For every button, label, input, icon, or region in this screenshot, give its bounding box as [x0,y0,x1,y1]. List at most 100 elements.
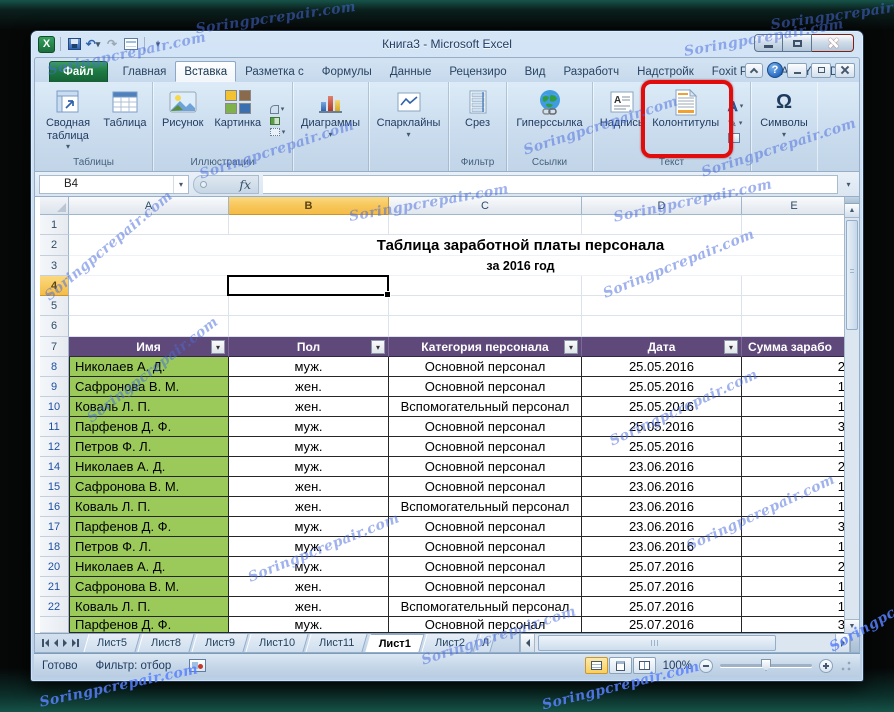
minimize-button[interactable] [754,34,783,52]
expand-formula-bar-button[interactable]: ▾ [842,175,855,194]
merged-cell[interactable]: за 2016 год [69,256,844,276]
cell-gender[interactable]: жен. [229,377,389,397]
zoom-level[interactable]: 100% [663,660,692,672]
collapse-ribbon-button[interactable] [745,62,763,78]
filter-dropdown-button[interactable]: ▾ [371,340,385,354]
tab-5[interactable]: Данные [381,61,441,82]
cell-gender[interactable]: жен. [229,497,389,517]
last-sheet-button[interactable] [72,639,79,647]
tab-3[interactable]: Разметка с [236,61,313,82]
name-box[interactable]: B4 ▾ [39,174,189,194]
cell-gender[interactable]: муж. [229,417,389,437]
cell[interactable] [742,215,844,235]
zoom-out-button[interactable] [699,658,713,673]
cell-date[interactable]: 25.07.2016 [582,597,742,617]
cell[interactable] [742,316,844,337]
cell-gender[interactable]: жен. [229,577,389,597]
cell-sum[interactable]: 1 [742,397,844,417]
split-handle[interactable] [845,197,859,204]
sheet-tab-Лист8[interactable]: Лист8 [137,634,195,652]
screenshot-button[interactable]: ▾ [269,127,285,136]
row-header[interactable]: 5 [40,296,69,316]
cell-gender[interactable]: муж. [229,357,389,377]
table-header-4[interactable]: Дата ▾ [582,337,742,357]
tab-4[interactable]: Формулы [313,61,381,82]
row-header[interactable]: 6 [40,316,69,337]
sparklines-button[interactable]: Спарклайны ▾ [371,84,446,156]
cell-gender[interactable]: муж. [229,437,389,457]
row-header[interactable]: 12 [40,437,69,457]
cell-date[interactable]: 25.07.2016 [582,617,742,633]
row-header[interactable]: 15 [40,477,69,497]
cell-name[interactable]: Парфенов Д. Ф. [69,617,229,633]
row-header[interactable]: 1 [40,215,69,235]
cell-gender[interactable]: муж. [229,457,389,477]
cell-sum[interactable]: 1 [742,377,844,397]
cell-date[interactable]: 23.06.2016 [582,537,742,557]
workbook-minimize-button[interactable] [787,62,807,78]
cell-name[interactable]: Сафронова В. М. [69,477,229,497]
row-header[interactable]: 7 [40,337,69,357]
cell-sum[interactable]: 1 [742,477,844,497]
cell-gender[interactable]: муж. [229,617,389,633]
next-sheet-button[interactable] [63,639,67,647]
cell-gender[interactable]: жен. [229,477,389,497]
tab-split-handle[interactable] [850,634,859,652]
row-header[interactable]: 18 [40,537,69,557]
sheet-tab-Лист1[interactable]: Лист1 [364,634,425,652]
redo-button[interactable]: ↷ [104,36,120,53]
cell[interactable] [69,296,229,316]
cell-sum[interactable]: 2 [742,557,844,577]
fx-icon[interactable]: fx [239,177,251,192]
cell-date[interactable]: 25.05.2016 [582,357,742,377]
clipart-button[interactable]: Картинка [210,84,266,156]
cell-category[interactable]: Основной персонал [389,417,582,437]
cell-sum[interactable]: 3 [742,517,844,537]
preview-button[interactable] [123,36,139,53]
cell-date[interactable]: 23.06.2016 [582,457,742,477]
zoom-in-button[interactable] [819,658,833,673]
workbook-close-button[interactable] [835,62,855,78]
column-header-B[interactable]: B [229,197,389,215]
vertical-scroll-thumb[interactable] [846,220,858,330]
zoom-slider[interactable] [720,659,812,671]
cell-category[interactable]: Основной персонал [389,437,582,457]
row-header[interactable]: 4 [40,276,69,296]
cell-date[interactable]: 25.05.2016 [582,377,742,397]
macro-record-icon[interactable] [189,659,207,672]
table-button[interactable]: Таблица [100,84,150,156]
hyperlink-button[interactable]: Гиперссылка [510,84,590,156]
textbox-button[interactable]: A Надпись [597,84,647,156]
cell[interactable] [742,276,844,296]
cell-category[interactable]: Основной персонал [389,617,582,633]
symbols-button[interactable]: Ω Символы ▾ [754,84,814,156]
cell[interactable] [389,276,582,296]
scroll-left-button[interactable] [520,634,535,652]
row-header[interactable] [40,617,69,633]
cell-name[interactable]: Николаев А. Д. [69,457,229,477]
filter-dropdown-button[interactable]: ▾ [564,340,578,354]
cell-gender[interactable]: муж. [229,557,389,577]
cell-name[interactable]: Сафронова В. М. [69,377,229,397]
help-button[interactable]: ? [767,62,783,78]
sheet-tab-Лист5[interactable]: Лист5 [83,634,141,652]
column-header-C[interactable]: C [389,197,582,215]
cell-date[interactable]: 25.05.2016 [582,397,742,417]
table-header-2[interactable]: Пол ▾ [229,337,389,357]
cell[interactable] [69,215,229,235]
cell-sum[interactable]: 2 [742,357,844,377]
cell-name[interactable]: Николаев А. Д. [69,557,229,577]
cell-date[interactable]: 23.06.2016 [582,497,742,517]
cell-name[interactable]: Петров Ф. Л. [69,537,229,557]
page-layout-view-button[interactable] [608,657,632,674]
cell[interactable] [229,215,389,235]
cell-category[interactable]: Основной персонал [389,377,582,397]
undo-button[interactable]: ↶ ▾ [85,36,101,53]
table-header-1[interactable]: Имя ▾ [69,337,229,357]
filter-dropdown-button[interactable]: ▾ [211,340,225,354]
tab-1[interactable]: Главная [114,61,176,82]
cell-sum[interactable]: 2 [742,457,844,477]
cell-date[interactable]: 23.06.2016 [582,477,742,497]
row-header[interactable]: 20 [40,557,69,577]
row-header[interactable]: 9 [40,377,69,397]
